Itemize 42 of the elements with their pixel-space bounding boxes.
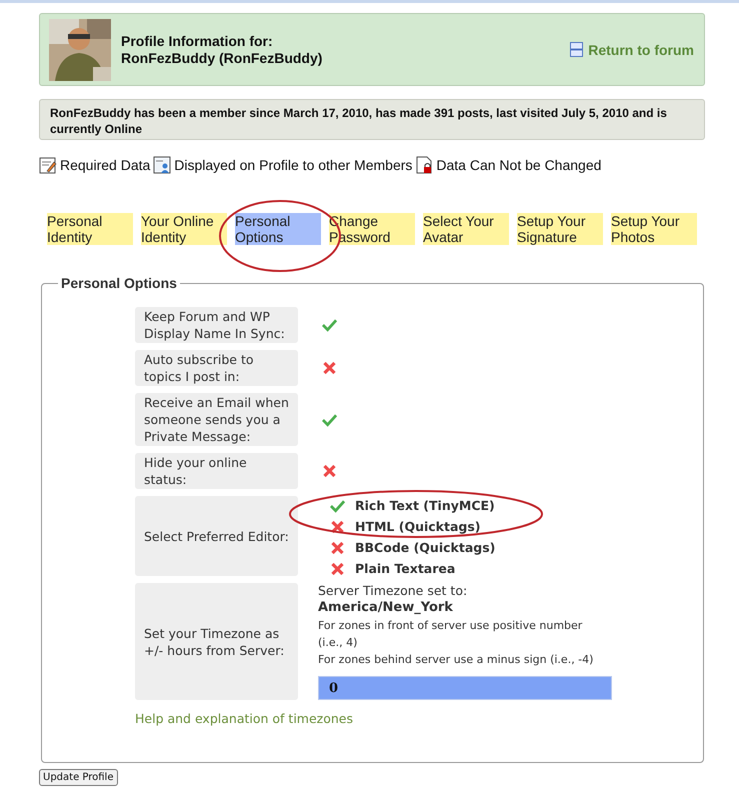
check-icon[interactable] — [322, 318, 337, 332]
legend-label: Displayed on Profile to other Members — [174, 157, 412, 173]
timezone-hint: For zones behind server use a minus sign (i.e., -4) — [318, 652, 594, 668]
pencil-note-icon — [39, 156, 57, 174]
tab[interactable]: Setup Your Signature — [517, 213, 603, 245]
user-card-icon — [153, 156, 172, 174]
section-title: Personal Options — [60, 275, 178, 291]
editor-option[interactable]: Plain Textarea — [355, 561, 456, 576]
legend-label: Data Can Not be Changed — [436, 157, 602, 173]
window-icon — [570, 42, 584, 57]
editor-option[interactable]: BBCode (Quicktags) — [355, 540, 496, 555]
tab[interactable]: Personal Options — [235, 213, 321, 245]
tab[interactable]: Setup Your Photos — [611, 213, 697, 245]
tab[interactable]: Personal Identity — [47, 213, 133, 245]
editor-option[interactable]: Rich Text (TinyMCE) — [355, 498, 495, 513]
cross-icon[interactable] — [330, 540, 345, 554]
profile-title: Profile Information for: — [121, 32, 274, 50]
server-timezone: America/New_York — [318, 599, 454, 617]
option-label: Receive an Email when someone sends you a Private Message: — [135, 393, 298, 446]
option-label: Hide your online status: — [135, 453, 298, 489]
option-label: Select Preferred Editor: — [135, 496, 298, 576]
check-icon[interactable] — [330, 498, 345, 512]
timezone-hint: For zones in front of server use positive number (i.e., 4) — [318, 618, 584, 651]
cross-icon[interactable] — [322, 361, 337, 375]
option-label: Keep Forum and WP Display Name In Sync: — [135, 307, 298, 343]
tab[interactable]: Your Online Identity — [141, 213, 227, 245]
username: RonFezBuddy (RonFezBuddy) — [121, 50, 322, 66]
cross-icon[interactable] — [330, 520, 345, 534]
option-label: Set your Timezone as +/- hours from Server: — [135, 583, 298, 700]
cross-icon[interactable] — [322, 464, 337, 478]
option-label: Auto subscribe to topics I post in: — [135, 350, 298, 386]
member-info: RonFezBuddy has been a member since March 17, 2010, has made 391 posts, last visited July 5, 2010 and is currently Online — [39, 99, 705, 140]
editor-option[interactable]: HTML (Quicktags) — [355, 519, 481, 534]
locked-page-icon — [415, 156, 434, 174]
update-profile-button[interactable]: Update Profile — [39, 769, 118, 786]
cross-icon[interactable] — [330, 562, 345, 576]
timezone-input[interactable]: 0 — [318, 676, 612, 700]
check-icon[interactable] — [322, 412, 337, 426]
server-timezone-label: Server Timezone set to: — [318, 583, 468, 599]
tab[interactable]: Select Your Avatar — [423, 213, 509, 245]
legend-label: Required Data — [60, 157, 150, 173]
help-link[interactable]: Help and explanation of timezones — [135, 711, 703, 726]
